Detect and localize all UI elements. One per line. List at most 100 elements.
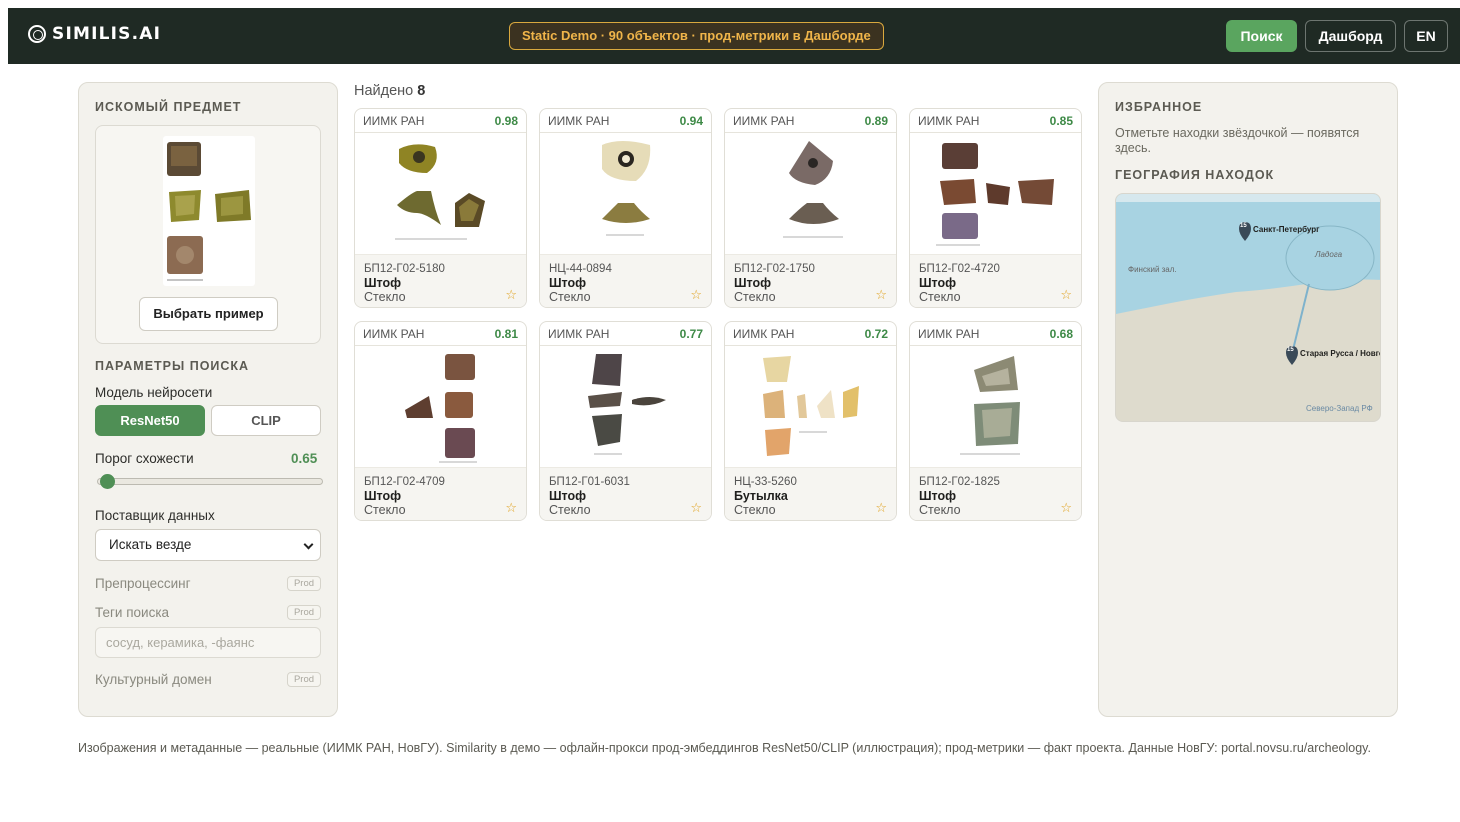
favorites-sidebar: ИЗБРАННОЕ Отметьте находки звёздочкой — … <box>1098 82 1398 717</box>
favorite-star-icon[interactable]: ☆ <box>690 500 702 516</box>
card-score: 0.94 <box>679 114 703 128</box>
map-city-spb[interactable]: Санкт-Петербург <box>1253 225 1320 234</box>
card-score: 0.85 <box>1049 114 1073 128</box>
logo[interactable]: SIMILIS.AI <box>28 24 161 44</box>
map-region-label: Северо-Запад РФ <box>1306 404 1373 413</box>
cultural-domain-label: Культурный домен <box>95 672 212 687</box>
result-card[interactable]: ИИМК РАН 0.89 БП12-Г02-1750 Штоф Стекло ☆ <box>724 108 897 308</box>
result-card[interactable]: ИИМК РАН 0.72 НЦ-33-5260 Бутылка Стекло ☆ <box>724 321 897 521</box>
search-tags-input[interactable]: сосуд, керамика, -фаянс <box>95 627 321 658</box>
card-name: Штоф <box>919 276 957 290</box>
provider-label: Поставщик данных <box>95 508 215 523</box>
language-toggle-button[interactable]: EN <box>1404 20 1448 52</box>
card-source: ИИМК РАН <box>548 327 610 341</box>
favorite-star-icon[interactable]: ☆ <box>1060 287 1072 303</box>
tags-label: Теги поиска <box>95 605 170 620</box>
result-card[interactable]: ИИМК РАН 0.98 БП12-Г02-5180 Штоф Стекло ☆ <box>354 108 527 308</box>
threshold-slider[interactable] <box>97 474 323 489</box>
artifact-image <box>725 346 896 466</box>
results-count: Найдено 8 <box>354 83 425 99</box>
search-sidebar: ИСКОМЫЙ ПРЕДМЕТ Выбрать пример ПАРАМЕТРЫ… <box>78 82 338 717</box>
result-card[interactable]: ИИМК РАН 0.68 БП12-Г02-1825 Штоф Стекло ☆ <box>909 321 1082 521</box>
card-material: Стекло <box>549 290 591 304</box>
map-pin-count: 15 <box>1287 347 1294 353</box>
card-score: 0.68 <box>1049 327 1073 341</box>
params-section-title: ПАРАМЕТРЫ ПОИСКА <box>95 359 250 373</box>
card-score: 0.89 <box>864 114 888 128</box>
card-code: БП12-Г02-4709 <box>364 476 445 488</box>
card-code: БП12-Г02-1750 <box>734 263 815 275</box>
card-name: Штоф <box>364 489 402 503</box>
findings-map[interactable]: Финский зал. Ладога 15 Санкт-Петербург 1… <box>1115 193 1381 422</box>
favorites-empty-text: Отметьте находки звёздочкой — появятся з… <box>1115 126 1360 155</box>
card-material: Стекло <box>919 503 961 517</box>
card-material: Стекло <box>549 503 591 517</box>
map-city-novgorod[interactable]: Старая Русса / Новгород <box>1300 349 1380 358</box>
model-resnet50-button[interactable]: ResNet50 <box>95 405 205 436</box>
card-score: 0.81 <box>494 327 518 341</box>
threshold-value: 0.65 <box>291 451 318 466</box>
favorite-star-icon[interactable]: ☆ <box>1060 500 1072 516</box>
artifact-image <box>355 133 526 253</box>
provider-select-value: Искать везде <box>109 537 192 552</box>
found-count: 8 <box>417 83 426 99</box>
artifact-image <box>910 133 1081 253</box>
model-clip-button[interactable]: CLIP <box>211 405 321 436</box>
query-section-title: ИСКОМЫЙ ПРЕДМЕТ <box>95 100 242 114</box>
favorite-star-icon[interactable]: ☆ <box>875 500 887 516</box>
domain-prod-badge: Prod <box>287 672 321 687</box>
top-navbar: SIMILIS.AI Static Demo · 90 объектов · п… <box>8 8 1460 64</box>
card-code: БП12-Г02-1825 <box>919 476 1000 488</box>
card-name: Штоф <box>549 489 587 503</box>
map-pin-count: 15 <box>1240 223 1247 229</box>
logo-text: SIMILIS.AI <box>52 24 162 44</box>
card-source: ИИМК РАН <box>548 114 610 128</box>
result-card[interactable]: ИИМК РАН 0.94 НЦ-44-0894 Штоф Стекло ☆ <box>539 108 712 308</box>
artifact-image <box>355 346 526 466</box>
model-label: Модель нейросети <box>95 385 213 400</box>
dashboard-nav-button[interactable]: Дашборд <box>1305 20 1396 52</box>
favorite-star-icon[interactable]: ☆ <box>505 500 517 516</box>
result-card[interactable]: ИИМК РАН 0.77 БП12-Г01-6031 Штоф Стекло ☆ <box>539 321 712 521</box>
result-card[interactable]: ИИМК РАН 0.85 БП12-Г02-4720 Штоф Стекло ☆ <box>909 108 1082 308</box>
threshold-slider-handle[interactable] <box>100 474 115 489</box>
card-source: ИИМК РАН <box>918 114 980 128</box>
found-label: Найдено <box>354 83 414 99</box>
card-name: Бутылка <box>734 489 788 503</box>
favorite-star-icon[interactable]: ☆ <box>505 287 517 303</box>
footer-note: Изображения и метаданные — реальные (ИИМ… <box>78 741 1371 755</box>
card-material: Стекло <box>734 290 776 304</box>
card-name: Штоф <box>364 276 402 290</box>
preprocessing-prod-badge: Prod <box>287 576 321 591</box>
artifact-image <box>540 133 711 253</box>
card-source: ИИМК РАН <box>363 114 425 128</box>
card-score: 0.77 <box>679 327 703 341</box>
artifact-image <box>910 346 1081 466</box>
logo-icon <box>28 25 46 43</box>
favorite-star-icon[interactable]: ☆ <box>875 287 887 303</box>
card-source: ИИМК РАН <box>733 114 795 128</box>
card-score: 0.98 <box>494 114 518 128</box>
geography-title: ГЕОГРАФИЯ НАХОДОК <box>1115 168 1275 182</box>
card-source: ИИМК РАН <box>733 327 795 341</box>
card-material: Стекло <box>734 503 776 517</box>
card-material: Стекло <box>364 503 406 517</box>
search-nav-button[interactable]: Поиск <box>1226 20 1297 52</box>
card-code: БП12-Г02-4720 <box>919 263 1000 275</box>
artifact-image <box>540 346 711 466</box>
favorite-star-icon[interactable]: ☆ <box>690 287 702 303</box>
query-image <box>163 136 255 286</box>
provider-select[interactable]: Искать везде <box>95 529 321 561</box>
card-code: НЦ-33-5260 <box>734 476 797 488</box>
result-card[interactable]: ИИМК РАН 0.81 БП12-Г02-4709 Штоф Стекло ☆ <box>354 321 527 521</box>
demo-badge: Static Demo · 90 объектов · прод-метрики… <box>509 22 884 50</box>
threshold-label: Порог схожести <box>95 451 194 466</box>
card-code: БП12-Г01-6031 <box>549 476 630 488</box>
card-source: ИИМК РАН <box>363 327 425 341</box>
card-code: БП12-Г02-5180 <box>364 263 445 275</box>
query-item-box: Выбрать пример <box>95 125 321 344</box>
map-label-lake: Ладога <box>1315 250 1343 259</box>
card-code: НЦ-44-0894 <box>549 263 612 275</box>
card-score: 0.72 <box>864 327 888 341</box>
choose-example-button[interactable]: Выбрать пример <box>139 297 278 331</box>
